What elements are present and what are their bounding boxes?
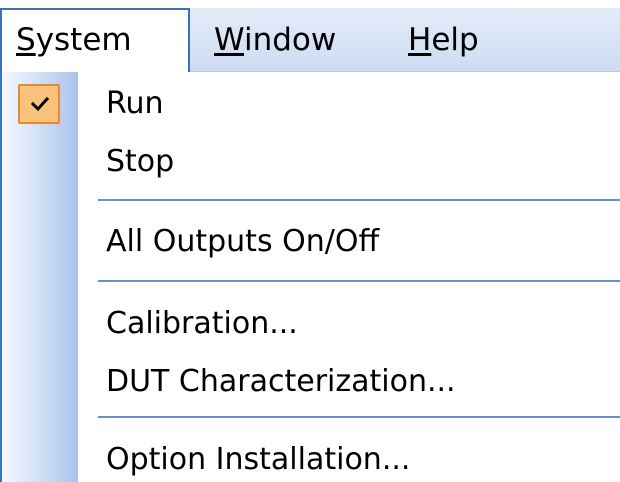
menu-item-run-label: Run [106,86,164,121]
menu-window-mnemonic: W [214,22,244,58]
menu-item-option-installation-label: Option Installation... [106,442,411,477]
menu-separator [98,280,620,282]
menu-bar: System Window Help [0,8,620,72]
menu-item-stop[interactable]: Stop [2,134,620,190]
menu-window[interactable]: Window [214,8,336,72]
menu-separator [98,199,620,201]
menu-item-calibration[interactable]: Calibration... [2,296,620,352]
menu-item-run[interactable]: Run [2,76,620,132]
menu-system-label-rest: ystem [35,22,132,58]
menu-item-dut-characterization[interactable]: DUT Characterization... [2,354,620,410]
menu-system-mnemonic: S [16,22,36,58]
menu-system[interactable]: System [0,8,190,72]
menu-help[interactable]: Help [408,8,479,72]
menu-item-calibration-label: Calibration... [106,306,298,341]
menu-item-option-installation[interactable]: Option Installation... [2,432,620,482]
system-dropdown-menu: Run Stop All Outputs On/Off Calibration.… [0,72,620,482]
menu-help-label-rest: elp [431,22,479,58]
menu-item-all-outputs[interactable]: All Outputs On/Off [2,214,620,270]
application-window: System Window Help Run Stop All Outputs … [0,0,620,482]
menu-help-mnemonic: H [408,22,432,58]
menu-item-all-outputs-label: All Outputs On/Off [106,224,380,259]
checkmark-icon [18,84,60,124]
menu-separator [98,416,620,418]
menu-item-stop-label: Stop [106,144,175,179]
menu-item-dut-characterization-label: DUT Characterization... [106,364,456,399]
menu-window-label-rest: indow [243,22,337,58]
